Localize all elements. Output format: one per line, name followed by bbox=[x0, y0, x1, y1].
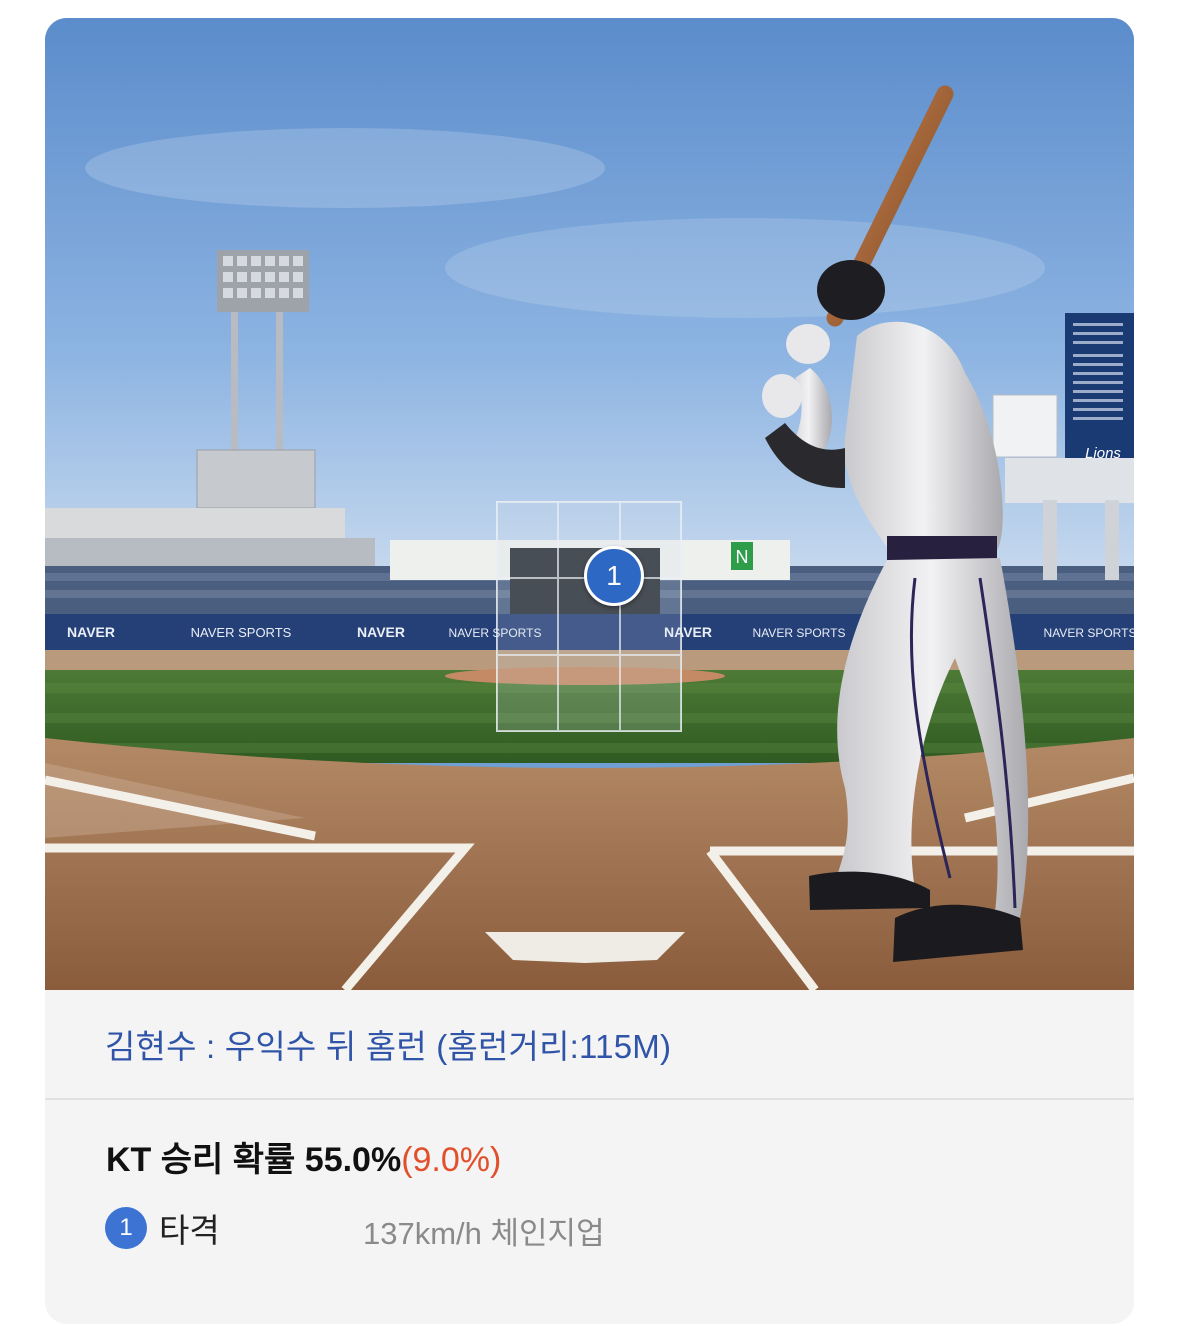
pitch-row[interactable]: 1 타격 bbox=[105, 1204, 220, 1252]
play-card: N Lions NAVER NAVER SPORTS NAVER NAVER S… bbox=[45, 18, 1134, 1324]
ad-board: NAVER bbox=[357, 624, 405, 640]
batter-view-scene: N Lions NAVER NAVER SPORTS NAVER NAVER S… bbox=[45, 18, 1134, 990]
ad-board: NAVER bbox=[67, 624, 115, 640]
scoreboard-team: Lions bbox=[1085, 445, 1121, 462]
pitch-number-badge: 1 bbox=[105, 1207, 147, 1249]
play-result-text: 김현수 : 우익수 뒤 홈런 (홈런거리:115M) bbox=[105, 1028, 672, 1065]
ad-board: NAVER SPORTS bbox=[1044, 626, 1134, 640]
win-probability: KT 승리 확률 55.0%(9.0%) bbox=[106, 1132, 501, 1181]
pitch-result-type: 타격 bbox=[159, 1212, 220, 1249]
divider bbox=[45, 1098, 1134, 1100]
green-logo: N bbox=[736, 547, 749, 567]
pitch-speed-and-type: 137km/h 체인지업 bbox=[363, 1216, 605, 1251]
ad-board: NAVER SPORTS bbox=[753, 626, 846, 640]
ad-board: NAVER SPORTS bbox=[191, 625, 292, 640]
strike-zone bbox=[496, 501, 682, 732]
pitch-location-marker[interactable]: 1 bbox=[584, 546, 644, 606]
win-probability-delta: (9.0%) bbox=[401, 1141, 502, 1179]
win-probability-value: KT 승리 확률 55.0% bbox=[106, 1141, 402, 1179]
